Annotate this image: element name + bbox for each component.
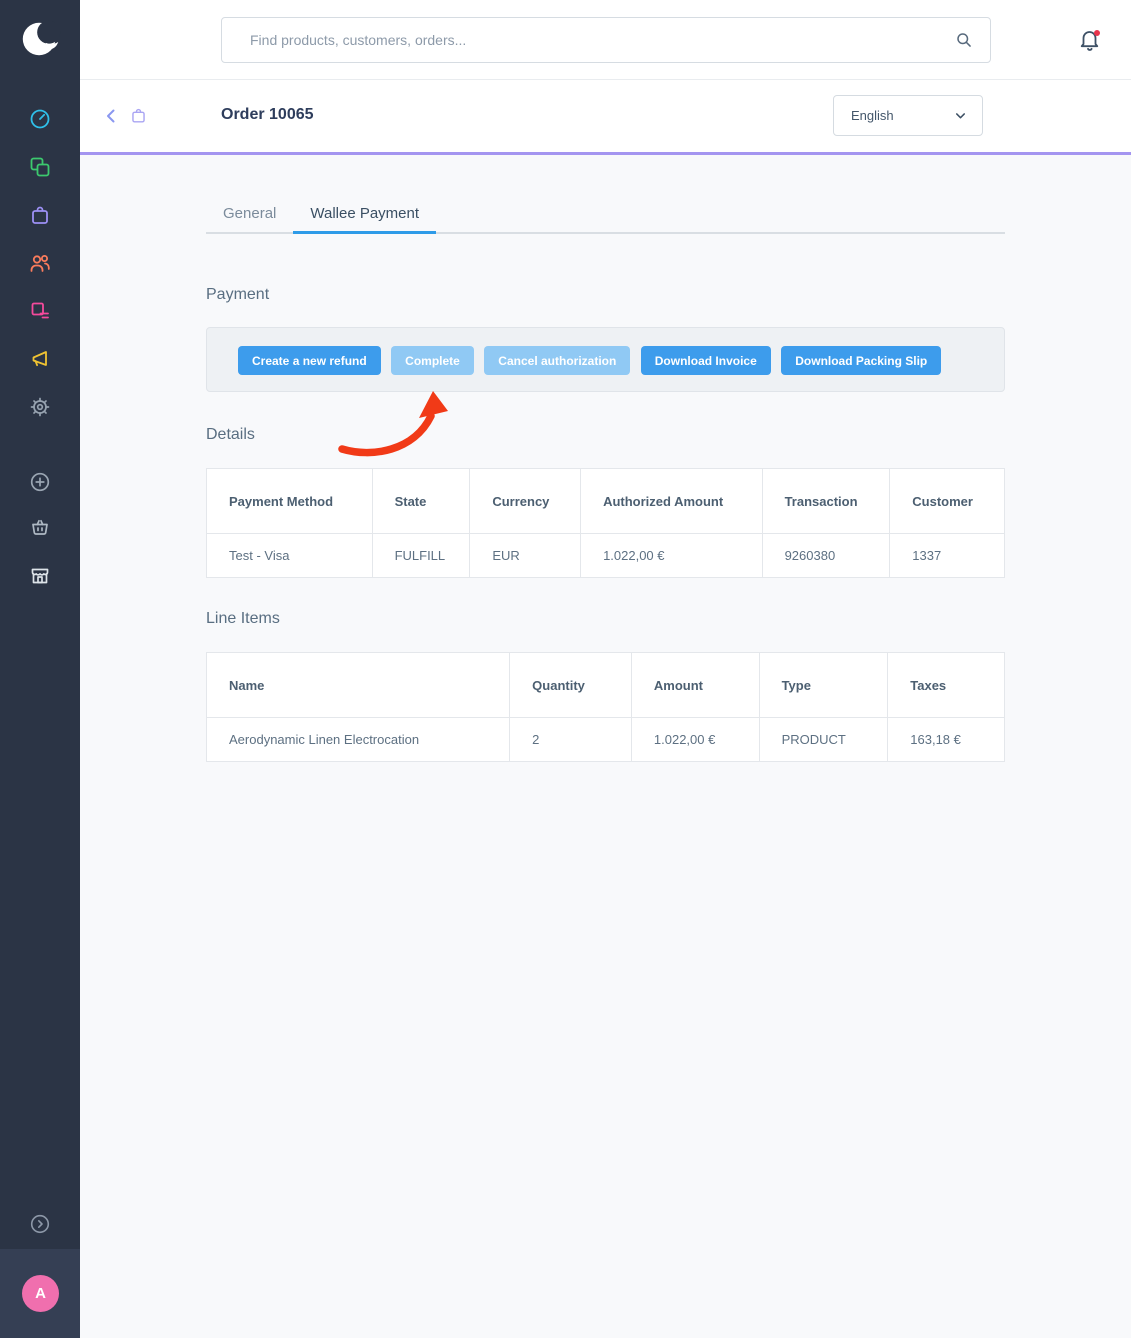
expand-icon [28, 1212, 52, 1236]
smartbar: Order 10065 English [80, 80, 1131, 152]
column-header: Currency [469, 469, 580, 533]
complete-button[interactable]: Complete [391, 346, 474, 375]
sidebar-item-settings[interactable] [28, 395, 52, 419]
sidebar-item-content[interactable] [28, 299, 52, 323]
line-items-table-header: Name Quantity Amount Type Taxes [207, 653, 1004, 717]
back-button[interactable] [102, 107, 120, 125]
taxes-cell: 163,18 € [887, 718, 1004, 761]
topbar [80, 0, 1131, 80]
catalogues-icon [28, 155, 52, 179]
download-packing-slip-button[interactable]: Download Packing Slip [781, 346, 941, 375]
sidebar-item-extensions[interactable] [28, 515, 52, 539]
type-cell: PRODUCT [759, 718, 888, 761]
sidebar-user-section: A [0, 1249, 80, 1338]
sidebar-item-marketing[interactable] [28, 347, 52, 371]
line-items-heading: Line Items [206, 610, 280, 628]
content-area: General Wallee Payment Payment Create a … [80, 155, 1131, 1338]
tab-bar: General Wallee Payment [206, 195, 1005, 234]
shopware-logo-icon [18, 16, 64, 62]
column-header: Customer [889, 469, 1004, 533]
red-arrow-annotation [330, 388, 460, 463]
sidebar-item-orders[interactable] [28, 203, 52, 227]
search-icon [954, 30, 974, 50]
create-refund-button[interactable]: Create a new refund [238, 346, 381, 375]
dashboard-icon [28, 107, 52, 131]
page-title: Order 10065 [221, 106, 314, 124]
orders-icon [28, 203, 52, 227]
quantity-cell: 2 [509, 718, 631, 761]
marketing-icon [28, 347, 52, 371]
language-select[interactable]: English [833, 95, 983, 136]
details-table: Payment Method State Currency Authorized… [206, 468, 1005, 578]
authorized-amount-cell: 1.022,00 € [580, 534, 762, 577]
extensions-icon [28, 515, 52, 539]
chevron-left-icon [102, 107, 120, 125]
app-root: A [0, 0, 1131, 1338]
column-header: State [372, 469, 470, 533]
details-table-header: Payment Method State Currency Authorized… [207, 469, 1004, 533]
column-header: Taxes [887, 653, 1004, 717]
tab-wallee-payment[interactable]: Wallee Payment [293, 195, 436, 234]
column-header: Transaction [762, 469, 890, 533]
avatar[interactable]: A [22, 1275, 59, 1312]
customer-cell: 1337 [889, 534, 1004, 577]
currency-cell: EUR [469, 534, 580, 577]
column-header: Type [759, 653, 888, 717]
sidebar-item-customers[interactable] [28, 251, 52, 275]
column-header: Payment Method [207, 469, 372, 533]
payment-method-cell: Test - Visa [207, 534, 372, 577]
item-name-cell: Aerodynamic Linen Electrocation [207, 718, 509, 761]
details-heading: Details [206, 426, 255, 444]
download-invoice-button[interactable]: Download Invoice [641, 346, 771, 375]
column-header: Amount [631, 653, 759, 717]
customers-icon [28, 251, 52, 275]
cancel-authorization-button[interactable]: Cancel authorization [484, 346, 630, 375]
add-icon [28, 470, 52, 494]
chevron-down-icon [953, 108, 968, 123]
shopware-logo[interactable] [18, 16, 64, 62]
main-area: Order 10065 English General Wallee Payme… [80, 0, 1131, 1338]
tab-general[interactable]: General [206, 195, 293, 234]
order-module-icon [129, 106, 148, 125]
notification-dot [1094, 30, 1100, 36]
state-cell: FULFILL [372, 534, 470, 577]
settings-icon [28, 395, 52, 419]
sales-channel-icon [28, 563, 52, 587]
bell-icon [1077, 27, 1103, 53]
expand-sidebar-button[interactable] [28, 1212, 52, 1236]
sidebar-item-catalogues[interactable] [28, 155, 52, 179]
column-header: Quantity [509, 653, 631, 717]
transaction-cell: 9260380 [762, 534, 890, 577]
content-icon [28, 299, 52, 323]
sidebar-item-add[interactable] [28, 470, 52, 494]
table-row: Test - Visa FULFILL EUR 1.022,00 € 92603… [207, 533, 1004, 577]
payment-actions-panel: Create a new refund Complete Cancel auth… [206, 327, 1005, 392]
language-select-value: English [851, 108, 953, 123]
column-header: Name [207, 653, 509, 717]
table-row: Aerodynamic Linen Electrocation 2 1.022,… [207, 717, 1004, 761]
sidebar-item-sales-channel[interactable] [28, 563, 52, 587]
line-items-table: Name Quantity Amount Type Taxes Aerodyna… [206, 652, 1005, 762]
search-input[interactable] [222, 32, 954, 48]
payment-heading: Payment [206, 286, 269, 304]
bag-icon [129, 106, 148, 125]
column-header: Authorized Amount [580, 469, 762, 533]
amount-cell: 1.022,00 € [631, 718, 759, 761]
global-search [221, 17, 991, 63]
sidebar-item-dashboard[interactable] [28, 107, 52, 131]
sidebar: A [0, 0, 80, 1338]
notifications-button[interactable] [1077, 27, 1103, 53]
